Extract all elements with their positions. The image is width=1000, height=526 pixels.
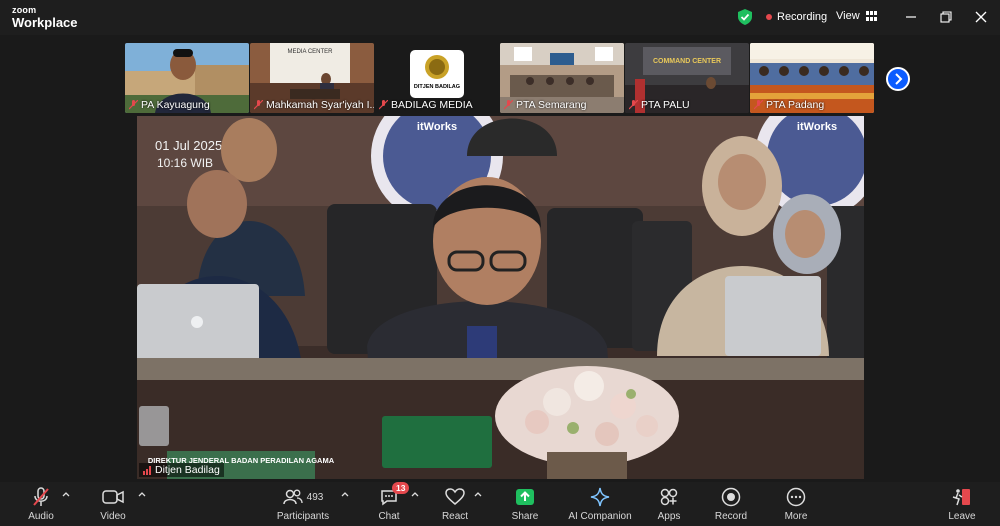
- react-label: React: [441, 511, 469, 522]
- participant-name: PTA PALU: [641, 99, 690, 111]
- participant-tile[interactable]: PTA Semarang: [500, 43, 624, 113]
- main-video[interactable]: itWorks itWorks 01 Jul 2025 10:16 WIB DI…: [137, 116, 864, 479]
- speaker-video-scene: itWorks itWorks 01 Jul 2025 10:16 WIB DI…: [137, 116, 864, 479]
- audio-label: Audio: [28, 511, 54, 522]
- ai-companion-label: AI Companion: [568, 511, 632, 522]
- grid-icon: [865, 11, 877, 21]
- recording-indicator[interactable]: Recording: [766, 11, 827, 23]
- participant-name: PTA Semarang: [516, 99, 587, 111]
- brand-top: zoom: [12, 5, 37, 15]
- video-button[interactable]: Video: [83, 486, 143, 522]
- more-button[interactable]: More: [766, 486, 826, 522]
- participant-tile[interactable]: PTA Padang: [750, 43, 874, 113]
- time-overlay: 10:16 WIB: [157, 156, 213, 170]
- chat-label: Chat: [378, 511, 400, 522]
- brand-bottom: Workplace: [12, 15, 78, 30]
- tile-sign-text: COMMAND CENTER: [653, 58, 721, 65]
- mic-off-icon: [129, 100, 138, 110]
- recording-dot-icon: [766, 14, 772, 20]
- record-button[interactable]: Record: [701, 486, 761, 522]
- heart-icon: [445, 488, 465, 505]
- leave-door-icon: [952, 489, 970, 506]
- participant-name: Mahkamah Syar'iyah I...: [266, 99, 374, 111]
- participants-button[interactable]: 493 Participants: [273, 486, 333, 522]
- participant-avatar: DITJEN BADILAG: [410, 50, 464, 98]
- speaker-name-label: Ditjen Badilag: [139, 463, 224, 477]
- leave-button[interactable]: Leave: [932, 486, 992, 522]
- react-caret-icon[interactable]: [474, 491, 482, 497]
- participant-tile[interactable]: COMMAND CENTER PTA PALU: [625, 43, 749, 113]
- chat-caret-icon[interactable]: [411, 491, 419, 497]
- mic-off-icon: [629, 100, 638, 110]
- mic-off-icon: [254, 100, 263, 110]
- leave-label: Leave: [948, 511, 976, 522]
- mic-off-icon: [754, 100, 763, 110]
- participant-tile[interactable]: DITJEN BADILAG BADILAG MEDIA: [375, 43, 499, 113]
- chat-button[interactable]: 13 Chat: [359, 482, 419, 522]
- chat-unread-badge: 13: [392, 482, 410, 494]
- mic-off-icon: [504, 100, 513, 110]
- org-logo-icon: [425, 55, 449, 79]
- audio-options-caret-icon[interactable]: [62, 491, 70, 497]
- share-button[interactable]: Share: [495, 486, 555, 522]
- award-brand-right: itWorks: [797, 121, 837, 133]
- mic-off-icon: [379, 100, 388, 110]
- video-options-caret-icon[interactable]: [138, 491, 146, 497]
- ai-companion-button[interactable]: AI Companion: [565, 486, 635, 522]
- sparkle-icon: [590, 487, 610, 507]
- participant-name: BADILAG MEDIA: [391, 99, 473, 111]
- record-icon: [721, 487, 741, 507]
- shield-check-icon[interactable]: [738, 9, 752, 25]
- participant-name: PTA Padang: [766, 99, 825, 111]
- more-label: More: [784, 511, 808, 522]
- avatar-caption: DITJEN BADILAG: [413, 84, 461, 90]
- participant-tile[interactable]: MEDIA CENTER Mahkamah Syar'iyah I...: [250, 43, 374, 113]
- apps-label: Apps: [657, 511, 681, 522]
- award-brand: itWorks: [417, 121, 457, 133]
- participant-name: PA Kayuagung: [141, 99, 210, 111]
- svg-text:MEDIA CENTER: MEDIA CENTER: [287, 49, 333, 55]
- apps-icon: [660, 488, 678, 506]
- view-label: View: [836, 10, 860, 22]
- speaker-name: Ditjen Badilag: [155, 464, 220, 476]
- video-label: Video: [100, 511, 126, 522]
- next-page-button[interactable]: [886, 67, 910, 91]
- record-label: Record: [714, 511, 748, 522]
- view-button[interactable]: View: [836, 10, 877, 22]
- share-label: Share: [511, 511, 539, 522]
- participants-icon: [282, 489, 303, 505]
- more-icon: [786, 487, 806, 507]
- mic-muted-icon: [33, 487, 49, 506]
- date-overlay: 01 Jul 2025: [155, 138, 222, 153]
- participant-tile[interactable]: PA Kayuagung: [125, 43, 249, 113]
- meeting-area: PA Kayuagung MEDIA CENTER Mahkamah Syar'…: [0, 35, 1000, 482]
- participants-count: 493: [306, 491, 324, 503]
- chevron-right-icon: [895, 73, 903, 85]
- participants-caret-icon[interactable]: [341, 491, 349, 497]
- apps-button[interactable]: Apps: [639, 486, 699, 522]
- share-screen-icon: [516, 489, 534, 505]
- meeting-toolbar: Audio Video 493 Participants 13 Chat Rea…: [0, 482, 1000, 526]
- title-bar: zoom Workplace Recording View: [0, 0, 1000, 35]
- minimize-icon[interactable]: [902, 8, 920, 26]
- recording-label: Recording: [777, 11, 828, 23]
- thumbnail-strip: PA Kayuagung MEDIA CENTER Mahkamah Syar'…: [125, 43, 875, 113]
- app-logo: zoom Workplace: [12, 5, 78, 30]
- audio-level-icon: [143, 465, 151, 475]
- close-icon[interactable]: [972, 8, 990, 26]
- restore-icon[interactable]: [937, 8, 955, 26]
- camera-icon: [102, 490, 124, 504]
- participants-label: Participants: [276, 511, 330, 522]
